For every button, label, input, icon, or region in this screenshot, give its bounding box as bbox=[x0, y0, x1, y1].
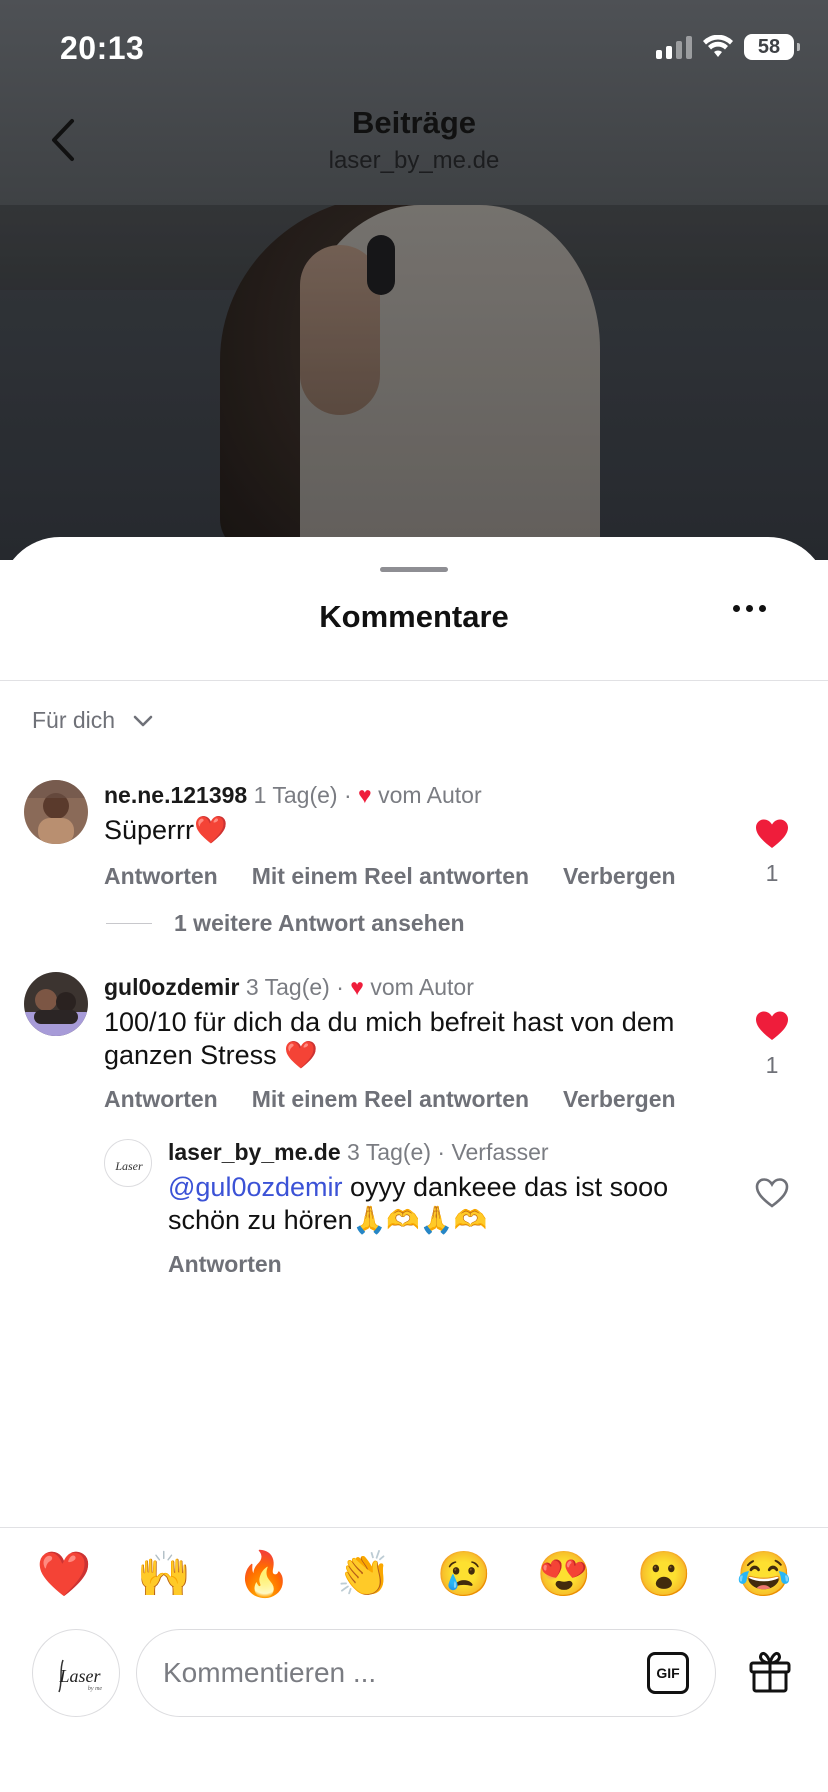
emoji-laughing[interactable]: 😂 bbox=[734, 1545, 794, 1605]
mention-link[interactable]: @gul0ozdemir bbox=[168, 1172, 343, 1202]
status-icons: 58 bbox=[656, 34, 800, 60]
comment-meta: gul0ozdemir 3 Tag(e) · ♥ vom Autor bbox=[104, 974, 474, 1000]
view-more-replies-label: 1 weitere Antwort ansehen bbox=[174, 910, 465, 936]
heart-icon bbox=[756, 1011, 788, 1040]
post-image bbox=[0, 205, 828, 560]
emoji-surprised[interactable]: 😮 bbox=[634, 1545, 694, 1605]
like-button[interactable] bbox=[752, 1177, 792, 1209]
gif-icon[interactable]: GIF bbox=[647, 1652, 689, 1694]
reply-with-reel-button[interactable]: Mit einem Reel antworten bbox=[252, 1086, 529, 1113]
svg-text:Laser: Laser bbox=[58, 1666, 101, 1686]
sheet-drag-handle[interactable] bbox=[380, 567, 448, 572]
emoji-heart-eyes[interactable]: 😍 bbox=[534, 1545, 594, 1605]
emoji-crying[interactable]: 😢 bbox=[434, 1545, 494, 1605]
emoji-heart[interactable]: ❤️ bbox=[34, 1545, 94, 1605]
emoji-raising-hands[interactable]: 🙌 bbox=[134, 1545, 194, 1605]
page-subtitle[interactable]: laser_by_me.de bbox=[0, 147, 828, 175]
chevron-down-icon bbox=[133, 715, 153, 726]
svg-text:Laser: Laser bbox=[114, 1159, 143, 1173]
battery-icon: 58 bbox=[744, 34, 800, 60]
reply-time: 3 Tag(e) bbox=[347, 1139, 431, 1165]
heart-icon: ♥ bbox=[350, 974, 364, 1000]
gift-icon[interactable] bbox=[746, 1647, 794, 1695]
comment-input[interactable]: Kommentieren ... GIF bbox=[136, 1629, 716, 1717]
like-count: 1 bbox=[765, 1052, 779, 1078]
nav-bar: Beiträge laser_by_me.de bbox=[0, 95, 828, 205]
hide-button[interactable]: Verbergen bbox=[563, 863, 676, 890]
reply-button[interactable]: Antworten bbox=[168, 1251, 282, 1278]
status-time: 20:13 bbox=[60, 30, 145, 66]
view-more-replies[interactable]: 1 weitere Antwort ansehen bbox=[106, 910, 465, 937]
reply-username[interactable]: laser_by_me.de bbox=[168, 1139, 341, 1165]
divider bbox=[0, 1527, 828, 1528]
comment-actions: Antworten Mit einem Reel antworten Verbe… bbox=[104, 863, 676, 890]
author-badge: Verfasser bbox=[451, 1139, 549, 1165]
heart-icon: ♥ bbox=[358, 782, 372, 808]
reply-button[interactable]: Antworten bbox=[104, 863, 218, 890]
comment-username[interactable]: ne.ne.121398 bbox=[104, 782, 247, 808]
heart-icon bbox=[756, 819, 788, 848]
status-bar: 20:13 58 bbox=[0, 0, 828, 95]
filter-label: Für dich bbox=[32, 707, 116, 733]
emoji-fire[interactable]: 🔥 bbox=[234, 1545, 294, 1605]
comment-meta: ne.ne.121398 1 Tag(e) · ♥ vom Autor bbox=[104, 782, 482, 808]
more-horizontal-icon[interactable] bbox=[733, 605, 766, 612]
svg-text:by me: by me bbox=[88, 1686, 102, 1692]
hide-button[interactable]: Verbergen bbox=[563, 1086, 676, 1113]
sheet-title: Kommentare bbox=[319, 599, 509, 634]
like-count: 1 bbox=[765, 860, 779, 886]
emoji-reaction-bar: ❤️ 🙌 🔥 👏 😢 😍 😮 😂 bbox=[0, 1545, 828, 1605]
like-button[interactable]: 1 bbox=[752, 818, 792, 887]
reply-with-reel-button[interactable]: Mit einem Reel antworten bbox=[252, 863, 529, 890]
avatar[interactable] bbox=[24, 780, 88, 844]
reply-actions: Antworten bbox=[168, 1251, 282, 1278]
reply-text: @gul0ozdemir oyyy dankeee das ist sooo s… bbox=[168, 1171, 728, 1237]
comment-username[interactable]: gul0ozdemir bbox=[104, 974, 239, 1000]
comment-input-placeholder: Kommentieren ... bbox=[163, 1657, 377, 1688]
emoji-clapping[interactable]: 👏 bbox=[334, 1545, 394, 1605]
sort-filter-dropdown[interactable]: Für dich bbox=[32, 707, 155, 734]
comment-composer: Laser by me Kommentieren ... GIF bbox=[0, 1625, 828, 1717]
author-like-label: vom Autor bbox=[370, 974, 474, 1000]
like-button[interactable]: 1 bbox=[752, 1010, 792, 1079]
comment-text: 100/10 für dich da du mich befreit hast … bbox=[104, 1007, 675, 1070]
comment-actions: Antworten Mit einem Reel antworten Verbe… bbox=[104, 1086, 676, 1113]
reply-meta: laser_by_me.de 3 Tag(e) · Verfasser bbox=[168, 1139, 549, 1165]
avatar[interactable]: Laser bbox=[104, 1139, 152, 1187]
reply-button[interactable]: Antworten bbox=[104, 1086, 218, 1113]
comment-text: Süperrr❤️ bbox=[104, 815, 228, 845]
cellular-signal-icon bbox=[656, 35, 692, 59]
comment-time: 1 Tag(e) bbox=[253, 782, 338, 808]
avatar: Laser by me bbox=[32, 1629, 120, 1717]
heart-outline-icon bbox=[755, 1178, 789, 1208]
divider bbox=[0, 680, 828, 681]
avatar[interactable] bbox=[24, 972, 88, 1036]
author-like-label: vom Autor bbox=[378, 782, 482, 808]
wifi-icon bbox=[703, 35, 733, 57]
page-title: Beiträge bbox=[351, 105, 477, 140]
comment-time: 3 Tag(e) bbox=[245, 974, 330, 1000]
